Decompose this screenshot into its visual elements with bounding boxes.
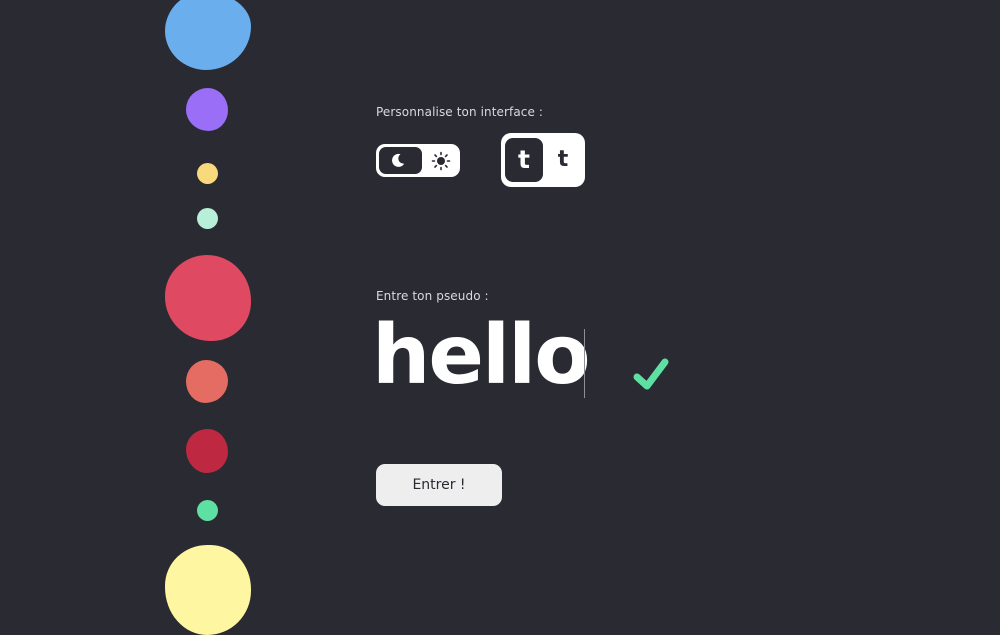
color-swatch-yellow[interactable] — [197, 163, 218, 184]
color-swatch-green[interactable] — [197, 500, 218, 521]
font-option-selected[interactable]: t — [505, 138, 543, 182]
customize-label: Personnalise ton interface : — [376, 105, 544, 119]
check-icon — [632, 356, 670, 394]
theme-toggle[interactable] — [376, 144, 460, 177]
color-swatch-blue[interactable] — [165, 0, 251, 70]
font-toggle[interactable]: t t — [501, 133, 585, 187]
font-option-alternate[interactable]: t — [550, 138, 576, 182]
moon-icon — [389, 152, 406, 169]
color-swatch-crimson[interactable] — [186, 429, 228, 473]
color-swatch-purple[interactable] — [186, 88, 228, 131]
color-swatch-mint[interactable] — [197, 208, 218, 229]
color-swatch-pink-red[interactable] — [165, 255, 251, 341]
pseudo-label: Entre ton pseudo : — [376, 289, 489, 303]
color-swatch-coral[interactable] — [186, 360, 228, 403]
text-caret — [584, 329, 585, 398]
pseudo-input[interactable]: hello — [372, 308, 591, 404]
enter-button[interactable]: Entrer ! — [376, 464, 502, 506]
theme-toggle-knob — [379, 147, 422, 174]
sun-icon — [431, 151, 451, 171]
color-swatch-light-yellow[interactable] — [165, 545, 251, 635]
